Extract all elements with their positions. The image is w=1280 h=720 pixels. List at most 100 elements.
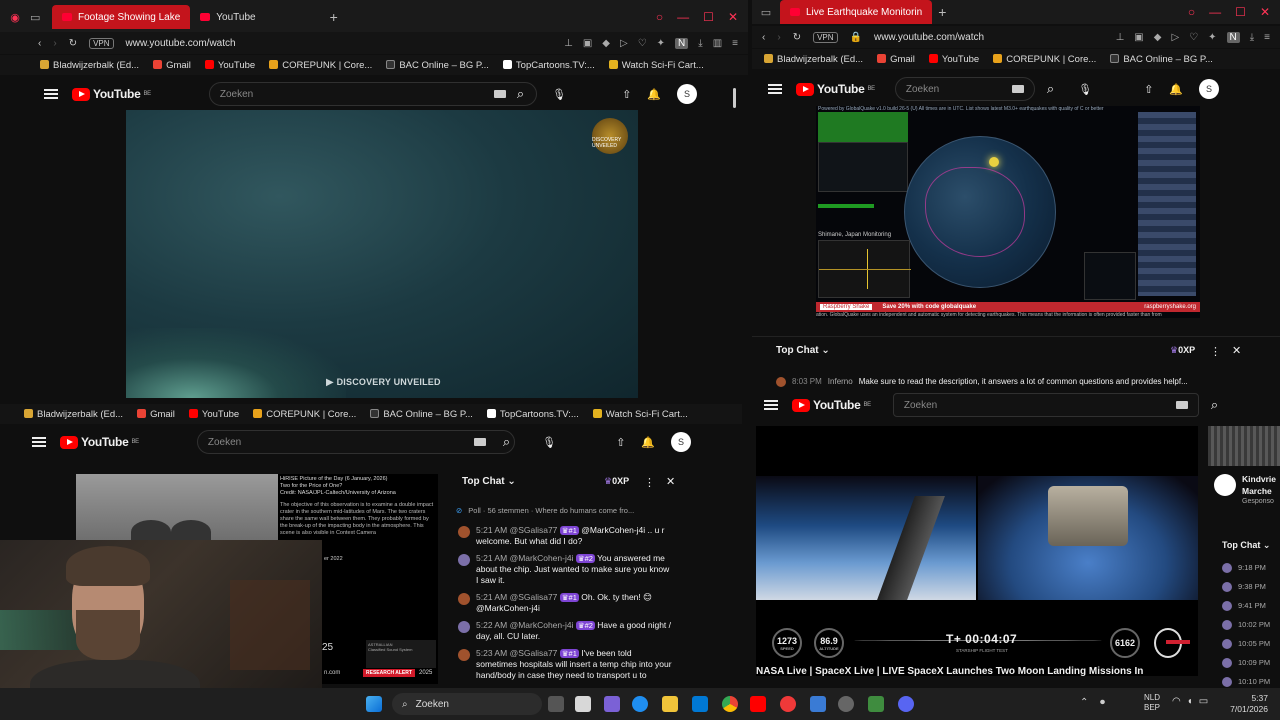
bell-icon[interactable]: 🔔 (641, 436, 655, 449)
vivaldi-icon[interactable] (780, 696, 796, 712)
vpn-badge[interactable]: VPN (813, 31, 838, 43)
tab-youtube[interactable]: YouTube (190, 5, 265, 29)
chat-message[interactable]: 5:21 AM @SGalisa77 ♛#1 @MarkCohen-j4i ..… (450, 522, 680, 550)
windows-start-icon[interactable] (366, 696, 382, 712)
taskbar-search[interactable]: ⌕ Zoeken (392, 693, 542, 715)
more-options-icon[interactable]: ⋮ (1210, 345, 1221, 358)
avatar[interactable]: S (671, 432, 692, 452)
bookmark-item[interactable]: Gmail (137, 409, 175, 420)
task-view-icon[interactable] (548, 696, 564, 712)
widgets-icon[interactable] (575, 696, 591, 712)
share-icon[interactable]: ⇧ (616, 436, 625, 449)
menu-icon[interactable] (768, 84, 782, 94)
forward-icon[interactable]: › (777, 32, 780, 43)
tab-earthquake[interactable]: Live Earthquake Monitorin (780, 0, 933, 24)
xp-badge[interactable]: ♛0XP (1170, 345, 1195, 356)
shield-icon[interactable]: ◆ (602, 38, 610, 49)
keyboard-icon[interactable] (473, 438, 486, 446)
chat-message[interactable]: 9:41 PM (1222, 596, 1280, 615)
bookmark-item[interactable]: COREPUNK | Core... (269, 60, 372, 71)
youtube-logo[interactable]: YouTube BE (72, 87, 151, 101)
minimize-button[interactable]: — (677, 10, 689, 24)
profile-icon[interactable]: N (1226, 31, 1240, 43)
avatar[interactable]: S (677, 84, 698, 104)
scrollbar[interactable] (733, 88, 736, 108)
bookmark-item[interactable]: BAC Online – BG P... (370, 409, 473, 420)
video-title[interactable]: NASA Live | SpaceX Live | LIVE SpaceX La… (756, 666, 1198, 676)
bookmark-item[interactable]: TopCartoons.TV:... (502, 60, 595, 71)
chat-message[interactable]: 10:02 PM (1222, 615, 1280, 634)
close-chat-icon[interactable]: ✕ (666, 475, 675, 488)
youtube-logo[interactable]: YouTube BE (792, 398, 871, 412)
youtube-logo[interactable]: YouTube BE (796, 82, 875, 96)
tray-chevron-icon[interactable]: ⌃ (1080, 697, 1088, 708)
search-icon[interactable]: ⌕ (1211, 397, 1218, 413)
bookmark-item[interactable]: Watch Sci-Fi Cart... (608, 60, 704, 71)
video-player[interactable]: Powered by GlobalQuake v1.0 build 26-5 (… (816, 106, 1200, 318)
edge-icon[interactable] (632, 696, 648, 712)
microphone-icon[interactable]: 🎙 (542, 436, 556, 449)
youtube-logo[interactable]: YouTube BE (60, 435, 139, 449)
close-button[interactable]: ✕ (1260, 5, 1270, 19)
chat-message[interactable]: 5:23 AM @SGalisa77 ♛#1 I've been told so… (450, 645, 680, 684)
profile-icon[interactable]: N (675, 37, 689, 49)
search-icon[interactable]: ⌕ (517, 86, 524, 102)
new-tab-button[interactable]: + (938, 4, 946, 20)
search-input[interactable]: Zoeken (208, 82, 537, 106)
video-player[interactable]: DISCOVERY UNVEILED ▶ DISCOVERY UNVEILED (126, 110, 638, 398)
forward-icon[interactable]: › (53, 38, 56, 49)
new-tab-button[interactable]: + (330, 9, 338, 25)
bell-icon[interactable]: 🔔 (647, 88, 661, 101)
bookmark-item[interactable]: BAC Online – BG P... (1110, 54, 1213, 65)
bookmark-item[interactable]: COREPUNK | Core... (253, 409, 356, 420)
vpn-badge[interactable]: VPN (89, 37, 114, 49)
tray-mic-icon[interactable]: ⏺ (1100, 697, 1105, 708)
youtube-app-icon[interactable] (750, 696, 766, 712)
search-icon[interactable]: ⌕ (1047, 81, 1054, 97)
calculator-icon[interactable] (810, 696, 826, 712)
tray-icons[interactable]: ◠ ◖ ▭ (1172, 696, 1208, 707)
settings-icon[interactable] (838, 696, 854, 712)
bookmark-item[interactable]: Bladwijzerbalk (Ed... (764, 54, 863, 65)
microphone-icon[interactable]: 🎙 (1078, 83, 1092, 96)
xp-badge[interactable]: ♛0XP (604, 476, 629, 487)
extensions-icon[interactable]: ✦ (1208, 32, 1216, 43)
search-input[interactable]: Zoeken (892, 393, 1199, 417)
maximize-button[interactable]: ☐ (703, 10, 714, 24)
search-icon[interactable]: ⌕ (503, 434, 510, 450)
file-explorer-icon[interactable] (662, 696, 678, 712)
heart-icon[interactable]: ♡ (1189, 32, 1198, 43)
bookmark-item[interactable]: YouTube (188, 409, 239, 420)
tab-overview-icon[interactable]: ▭ (30, 11, 52, 24)
pin-icon[interactable]: ⊥ (1116, 32, 1125, 43)
extensions-icon[interactable]: ✦ (657, 38, 665, 49)
chat-title[interactable]: Top Chat ⌄ (462, 476, 516, 487)
avatar[interactable]: S (1199, 79, 1220, 99)
bookmark-item[interactable]: Watch Sci-Fi Cart... (592, 409, 688, 420)
chat-message[interactable]: 9:18 PM (1222, 558, 1280, 577)
snapshot-icon[interactable]: ▣ (583, 38, 592, 49)
close-chat-icon[interactable]: ✕ (1232, 344, 1241, 357)
download-icon[interactable]: ⤓ (1250, 32, 1254, 43)
chat-title[interactable]: Top Chat ⌄ (776, 345, 830, 356)
xbox-icon[interactable] (868, 696, 884, 712)
chat-message[interactable]: 10:10 PM (1222, 672, 1280, 688)
menu-icon[interactable] (44, 89, 58, 99)
maximize-button[interactable]: ☐ (1235, 5, 1246, 19)
language-indicator[interactable]: NLD BEP (1144, 693, 1160, 713)
bookmark-item[interactable]: TopCartoons.TV:... (486, 409, 579, 420)
chat-title[interactable]: Top Chat ⌄ (1222, 540, 1270, 551)
menu-icon[interactable]: ≡ (732, 38, 738, 49)
bookmark-item[interactable]: YouTube (928, 54, 979, 65)
share-icon[interactable]: ⇧ (1144, 83, 1153, 96)
back-icon[interactable]: ‹ (762, 32, 765, 43)
chat-message[interactable]: 5:22 AM @MarkCohen-j4i ♛#2 Have a good n… (450, 617, 680, 645)
search-input[interactable]: Zoeken (196, 430, 515, 454)
reload-icon[interactable]: ↻ (69, 38, 77, 49)
bookmark-item[interactable]: Bladwijzerbalk (Ed... (40, 60, 139, 71)
chat-message[interactable]: 9:38 PM (1222, 577, 1280, 596)
share-icon[interactable]: ⇧ (622, 88, 631, 101)
microphone-icon[interactable]: 🎙 (552, 88, 566, 101)
bookmark-item[interactable]: Bladwijzerbalk (Ed... (24, 409, 123, 420)
download-icon[interactable]: ⤓ (698, 38, 702, 49)
